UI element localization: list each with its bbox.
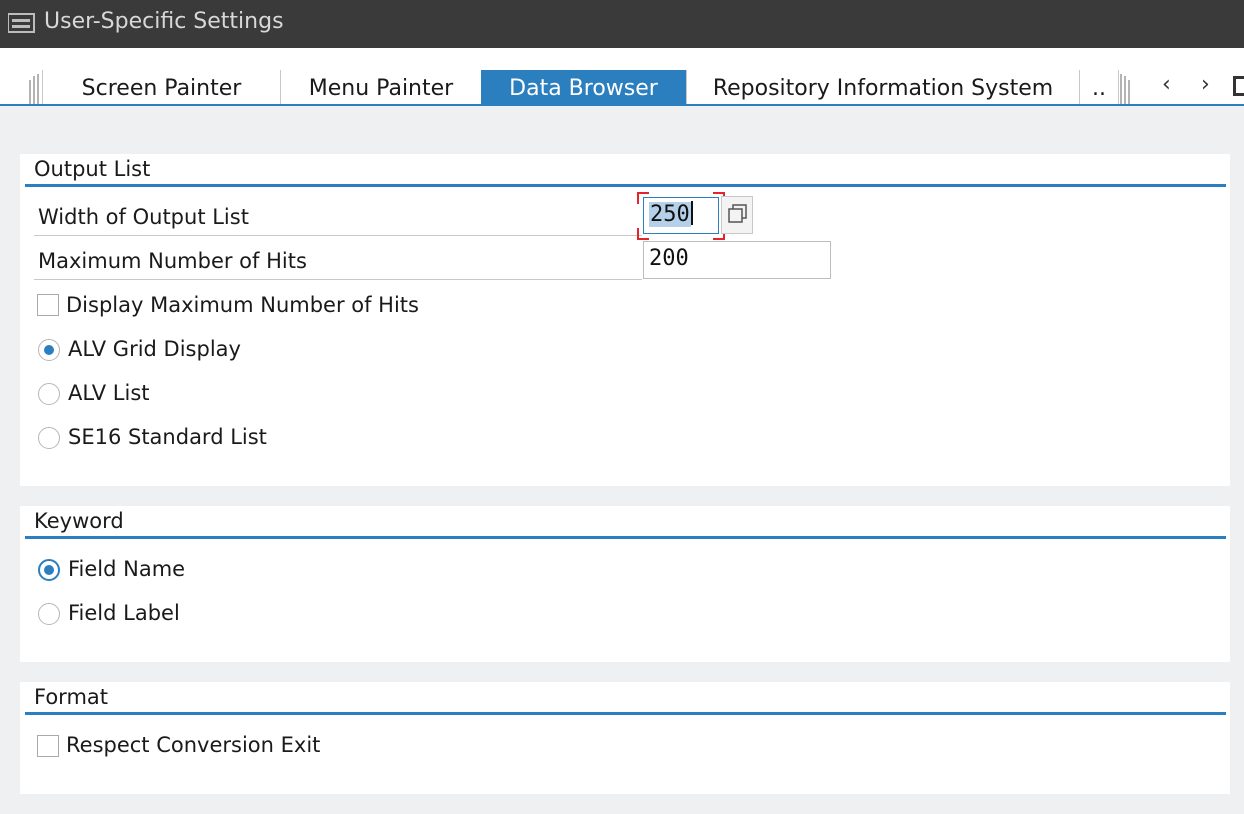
tab-strip-underline <box>0 104 1244 106</box>
field-name-radio[interactable] <box>38 559 60 581</box>
alv-list-label: ALV List <box>68 381 150 405</box>
tab-data-browser[interactable]: Data Browser <box>481 70 686 104</box>
field-label-radio[interactable] <box>38 603 60 625</box>
respect-conversion-exit-checkbox[interactable] <box>37 735 59 757</box>
tab-repository-information-system[interactable]: Repository Information System <box>686 70 1079 104</box>
value-help-button[interactable] <box>721 196 753 234</box>
keyword-group: Keyword <box>20 506 1230 662</box>
display-max-hits-checkbox[interactable] <box>37 294 59 316</box>
field-label-label: Field Label <box>68 601 180 625</box>
tab-menu-painter[interactable]: Menu Painter <box>280 70 481 104</box>
title-bar: User-Specific Settings <box>0 0 1244 48</box>
group-title-keyword: Keyword <box>34 509 124 533</box>
row-divider <box>34 235 642 236</box>
tab-label: .. <box>1092 76 1106 101</box>
copy-icon <box>728 204 747 223</box>
group-title-output-list: Output List <box>34 157 151 181</box>
width-of-output-list-label: Width of Output List <box>38 205 249 229</box>
tab-screen-painter[interactable]: Screen Painter <box>42 70 280 104</box>
tab-scroll-left-grip-icon <box>29 74 39 104</box>
group-title-format: Format <box>34 685 109 709</box>
window-title: User-Specific Settings <box>44 9 284 34</box>
group-divider <box>25 712 1226 715</box>
tab-label: Menu Painter <box>308 76 454 101</box>
tab-label: Repository Information System <box>712 76 1054 101</box>
se16-standard-list-label: SE16 Standard List <box>68 425 267 449</box>
text-caret <box>690 201 693 225</box>
tab-scroll-right-grip-icon <box>1120 74 1130 104</box>
tab-next-arrow-icon[interactable]: › <box>1201 72 1210 98</box>
alv-list-radio[interactable] <box>38 383 60 405</box>
tab-label: Screen Painter <box>81 76 242 101</box>
field-name-label: Field Name <box>68 557 186 581</box>
tab-more[interactable]: .. <box>1079 70 1119 104</box>
maximum-number-of-hits-input[interactable]: 200 <box>643 241 831 279</box>
row-divider <box>34 279 642 280</box>
display-max-hits-label: Display Maximum Number of Hits <box>66 293 419 317</box>
tab-label: Data Browser <box>509 76 658 101</box>
radio-dot <box>44 345 54 355</box>
group-divider <box>25 536 1226 539</box>
alv-grid-display-label: ALV Grid Display <box>68 337 241 361</box>
width-value-selected: 250 <box>649 202 691 227</box>
width-of-output-list-input[interactable]: 250 <box>643 197 719 234</box>
alv-grid-display-radio[interactable] <box>38 339 60 361</box>
group-divider <box>25 184 1226 187</box>
tab-list-icon[interactable] <box>1233 76 1244 96</box>
se16-standard-list-radio[interactable] <box>38 427 60 449</box>
menu-icon[interactable] <box>8 13 38 33</box>
maximum-number-of-hits-label: Maximum Number of Hits <box>38 249 307 273</box>
tab-prev-arrow-icon[interactable]: ‹ <box>1162 72 1171 98</box>
radio-dot <box>44 565 54 575</box>
respect-conversion-exit-label: Respect Conversion Exit <box>66 733 321 757</box>
